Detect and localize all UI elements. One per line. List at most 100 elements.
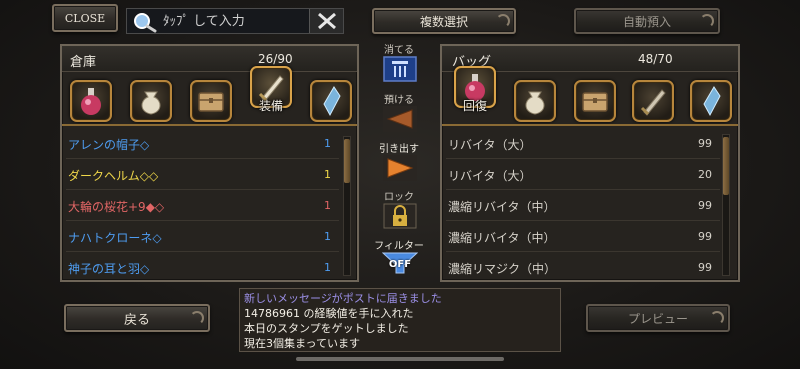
warehouse-scroll-thumb[interactable] — [344, 139, 350, 183]
x-icon — [318, 12, 336, 30]
withdraw-button[interactable] — [383, 155, 417, 181]
warehouse-scrollbar[interactable] — [343, 136, 351, 276]
item-qty: 99 — [698, 261, 712, 274]
gold-divider — [442, 124, 738, 126]
bag-count: 48/70 — [638, 52, 673, 66]
item-qty: 1 — [324, 137, 331, 150]
bag-category-potion[interactable]: 回復 — [454, 66, 496, 113]
multi-select-label: 複数選択 — [419, 14, 468, 29]
item-name: 濃縮リマジク（中） — [448, 262, 557, 276]
list-item[interactable]: ダークヘルム◇◇ 1 — [66, 159, 339, 190]
home-indicator — [296, 357, 504, 361]
bag-category-equipment[interactable] — [632, 80, 674, 122]
item-qty: 99 — [698, 199, 712, 212]
pouch-icon — [525, 91, 545, 115]
warehouse-header: 倉庫 26/90 — [62, 46, 357, 72]
back-button[interactable]: 戻る — [64, 304, 210, 332]
close-label: CLOSE — [64, 11, 106, 25]
item-name: リバイタ（大） — [448, 169, 532, 183]
item-name: 神子の耳と羽◇ — [68, 262, 150, 276]
item-qty: 20 — [698, 168, 712, 181]
chest-icon — [198, 92, 224, 112]
warehouse-category-equipment[interactable]: 装備 — [250, 66, 292, 113]
equipment-caption: 装備 — [258, 99, 283, 113]
item-name: ダークヘルム◇◇ — [68, 169, 159, 183]
search-icon — [131, 11, 159, 37]
filter-state: OFF — [388, 259, 412, 270]
item-qty: 1 — [324, 199, 331, 212]
item-qty: 99 — [698, 230, 712, 243]
trash-icon — [383, 56, 417, 82]
bag-item-list: リバイタ（大） 99 リバイタ（大） 20 濃縮リバイタ（中） 99 濃縮リバイ… — [446, 128, 720, 283]
crystal-icon — [323, 86, 341, 117]
withdraw-label: 引き出す — [379, 144, 419, 155]
bag-category-crystal[interactable] — [690, 80, 732, 122]
deposit-label: 預ける — [384, 95, 414, 106]
auto-deposit-label: 自動預入 — [622, 14, 671, 29]
list-item[interactable]: リバイタ（大） 99 — [446, 128, 720, 159]
preview-label: プレビュー — [627, 311, 688, 326]
filter-button[interactable]: OFF — [382, 251, 418, 275]
item-qty: 1 — [324, 168, 331, 181]
bag-scroll-thumb[interactable] — [723, 137, 729, 195]
warehouse-item-list: アレンの帽子◇ 1 ダークヘルム◇◇ 1 大輪の桜花+9◆◇ 1 ナハトクローネ… — [66, 128, 339, 283]
pouch-icon — [141, 91, 161, 115]
chest-icon — [582, 92, 608, 112]
discard-button[interactable] — [383, 56, 417, 82]
bag-category-pouch[interactable] — [514, 80, 556, 122]
deposit-button[interactable] — [383, 106, 417, 132]
message-line: 新しいメッセージがポストに届きました — [244, 292, 442, 305]
arrow-left-icon — [383, 106, 417, 132]
item-name: アレンの帽子◇ — [68, 138, 150, 152]
lock-button[interactable] — [383, 203, 417, 229]
bag-scrollbar[interactable] — [722, 134, 730, 276]
recovery-caption: 回復 — [462, 99, 487, 113]
arrow-right-icon — [383, 155, 417, 181]
item-name: 濃縮リバイタ（中） — [448, 200, 556, 214]
warehouse-panel: 倉庫 26/90 装備 アレンの帽子◇ 1 ダークヘルム◇◇ 1 大輪の桜花+9… — [60, 44, 359, 282]
warehouse-title: 倉庫 — [70, 55, 97, 70]
item-qty: 1 — [324, 261, 331, 274]
item-name: 濃縮リバイタ（中） — [448, 231, 556, 245]
list-item[interactable]: 神子の耳と羽◇ 1 — [66, 252, 339, 283]
bag-category-row: 回復 — [448, 66, 732, 126]
lock-icon — [383, 203, 417, 229]
message-line: 14786961 の経験値を手に入れた — [244, 307, 414, 320]
list-item[interactable]: リバイタ（大） 20 — [446, 159, 720, 190]
filter-label: フィルター — [374, 241, 424, 252]
item-qty: 99 — [698, 137, 712, 150]
item-name: 大輪の桜花+9◆◇ — [68, 200, 165, 214]
preview-button[interactable]: プレビュー — [586, 304, 730, 332]
search-box — [126, 8, 344, 34]
item-name: ナハトクローネ◇ — [68, 231, 162, 245]
warehouse-category-pouch[interactable] — [130, 80, 172, 122]
lock-label: ロック — [384, 192, 414, 203]
warehouse-count: 26/90 — [258, 52, 293, 66]
warehouse-category-potion[interactable] — [70, 80, 112, 122]
potion-icon — [81, 88, 101, 115]
warehouse-category-row: 装備 — [68, 66, 352, 126]
list-item[interactable]: ナハトクローネ◇ 1 — [66, 221, 339, 252]
ornament-icon — [496, 14, 510, 28]
back-label: 戻る — [123, 312, 150, 328]
item-qty: 1 — [324, 230, 331, 243]
ornament-icon — [710, 311, 724, 325]
list-item[interactable]: 濃縮リマジク（中） 99 — [446, 252, 720, 283]
ornament-icon — [190, 311, 204, 325]
list-item[interactable]: 濃縮リバイタ（中） 99 — [446, 221, 720, 252]
warehouse-category-crystal[interactable] — [310, 80, 352, 122]
gold-divider — [62, 124, 357, 126]
list-item[interactable]: 濃縮リバイタ（中） 99 — [446, 190, 720, 221]
clear-search-button[interactable] — [309, 9, 343, 33]
search-input[interactable] — [163, 11, 303, 31]
bag-category-chest[interactable] — [574, 80, 616, 122]
list-item[interactable]: 大輪の桜花+9◆◇ 1 — [66, 190, 339, 221]
close-button[interactable]: CLOSE — [52, 4, 118, 32]
message-log: 新しいメッセージがポストに届きました 14786961 の経験値を手に入れた 本… — [239, 288, 561, 352]
equipment-icon — [640, 89, 666, 116]
list-item[interactable]: アレンの帽子◇ 1 — [66, 128, 339, 159]
multi-select-button[interactable]: 複数選択 — [372, 8, 516, 34]
warehouse-category-chest[interactable] — [190, 80, 232, 122]
discard-label: 消てる — [384, 45, 414, 56]
auto-deposit-button[interactable]: 自動預入 — [574, 8, 720, 34]
